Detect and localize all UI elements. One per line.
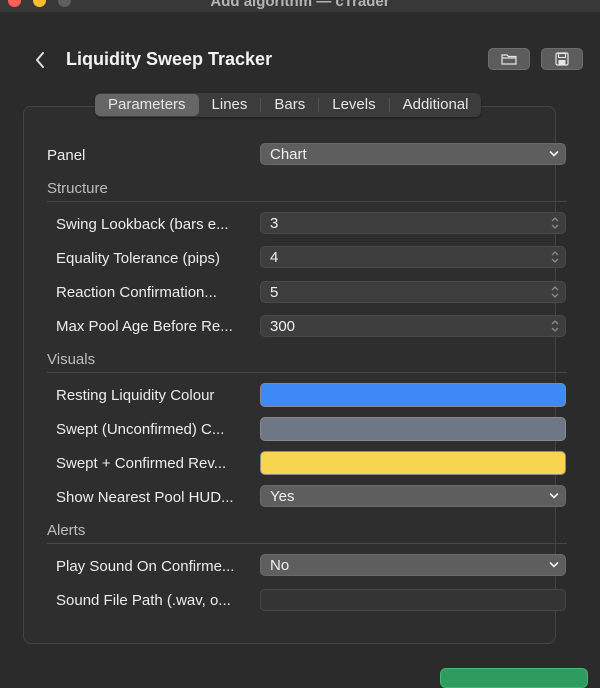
sound-file-path-label: Sound File Path (.wav, o...	[56, 592, 231, 609]
section-divider	[47, 201, 567, 202]
tab-bar: Parameters Lines Bars Levels Additional	[95, 93, 482, 117]
max-pool-age-stepper[interactable]: 300	[260, 315, 566, 337]
back-button[interactable]	[30, 48, 50, 72]
tab-lines[interactable]: Lines	[199, 94, 261, 116]
chevron-down-icon	[549, 151, 559, 157]
tab-parameters[interactable]: Parameters	[95, 94, 199, 116]
sound-file-path-input[interactable]	[260, 589, 566, 611]
swing-lookback-label: Swing Lookback (bars e...	[56, 216, 229, 233]
max-pool-age-value: 300	[270, 318, 296, 335]
tab-bars[interactable]: Bars	[261, 94, 318, 116]
section-alerts-title: Alerts	[47, 522, 86, 539]
stepper-arrows-icon	[551, 217, 559, 229]
show-nearest-pool-hud-value: Yes	[270, 488, 295, 505]
chevron-left-icon	[36, 52, 44, 68]
swing-lookback-value: 3	[270, 215, 279, 232]
section-visuals-title: Visuals	[47, 351, 96, 368]
swept-confirmed-colour-swatch[interactable]	[260, 451, 566, 475]
reaction-confirmation-stepper[interactable]: 5	[260, 281, 566, 303]
title-bar: Add algorithm — cTrader	[0, 0, 600, 12]
open-folder-button[interactable]	[488, 48, 530, 70]
play-sound-label: Play Sound On Confirme...	[56, 558, 235, 575]
swept-confirmed-colour-label: Swept + Confirmed Rev...	[56, 455, 227, 472]
max-pool-age-label: Max Pool Age Before Re...	[56, 318, 233, 335]
stepper-arrows-icon	[551, 286, 559, 298]
swept-unconfirmed-colour-label: Swept (Unconfirmed) C...	[56, 421, 225, 438]
section-divider	[47, 372, 567, 373]
tab-additional[interactable]: Additional	[390, 94, 482, 116]
add-algorithm-button[interactable]	[440, 668, 588, 688]
folder-icon	[501, 54, 517, 65]
window-title: Add algorithm — cTrader	[210, 0, 390, 10]
equality-tolerance-value: 4	[270, 249, 279, 266]
reaction-confirmation-label: Reaction Confirmation...	[56, 284, 217, 301]
section-structure-title: Structure	[47, 180, 108, 197]
save-icon	[555, 52, 569, 66]
swing-lookback-stepper[interactable]: 3	[260, 212, 566, 234]
panel-label: Panel	[47, 147, 86, 164]
equality-tolerance-stepper[interactable]: 4	[260, 246, 566, 268]
page-title: Liquidity Sweep Tracker	[66, 49, 273, 69]
resting-liquidity-colour-swatch[interactable]	[260, 383, 566, 407]
resting-liquidity-colour-label: Resting Liquidity Colour	[56, 387, 215, 404]
play-sound-select[interactable]: No	[260, 554, 566, 576]
equality-tolerance-label: Equality Tolerance (pips)	[56, 250, 220, 267]
stepper-arrows-icon	[551, 251, 559, 263]
section-divider	[47, 543, 567, 544]
show-nearest-pool-hud-select[interactable]: Yes	[260, 485, 566, 507]
panel-select[interactable]: Chart	[260, 143, 566, 165]
stepper-arrows-icon	[551, 320, 559, 332]
reaction-confirmation-value: 5	[270, 284, 279, 301]
save-button[interactable]	[541, 48, 583, 70]
tab-levels[interactable]: Levels	[319, 94, 388, 116]
show-nearest-pool-hud-label: Show Nearest Pool HUD...	[56, 489, 234, 506]
chevron-down-icon	[549, 493, 559, 499]
play-sound-value: No	[270, 557, 290, 574]
swept-unconfirmed-colour-swatch[interactable]	[260, 417, 566, 441]
panel-select-value: Chart	[270, 146, 307, 163]
chevron-down-icon	[549, 562, 559, 568]
